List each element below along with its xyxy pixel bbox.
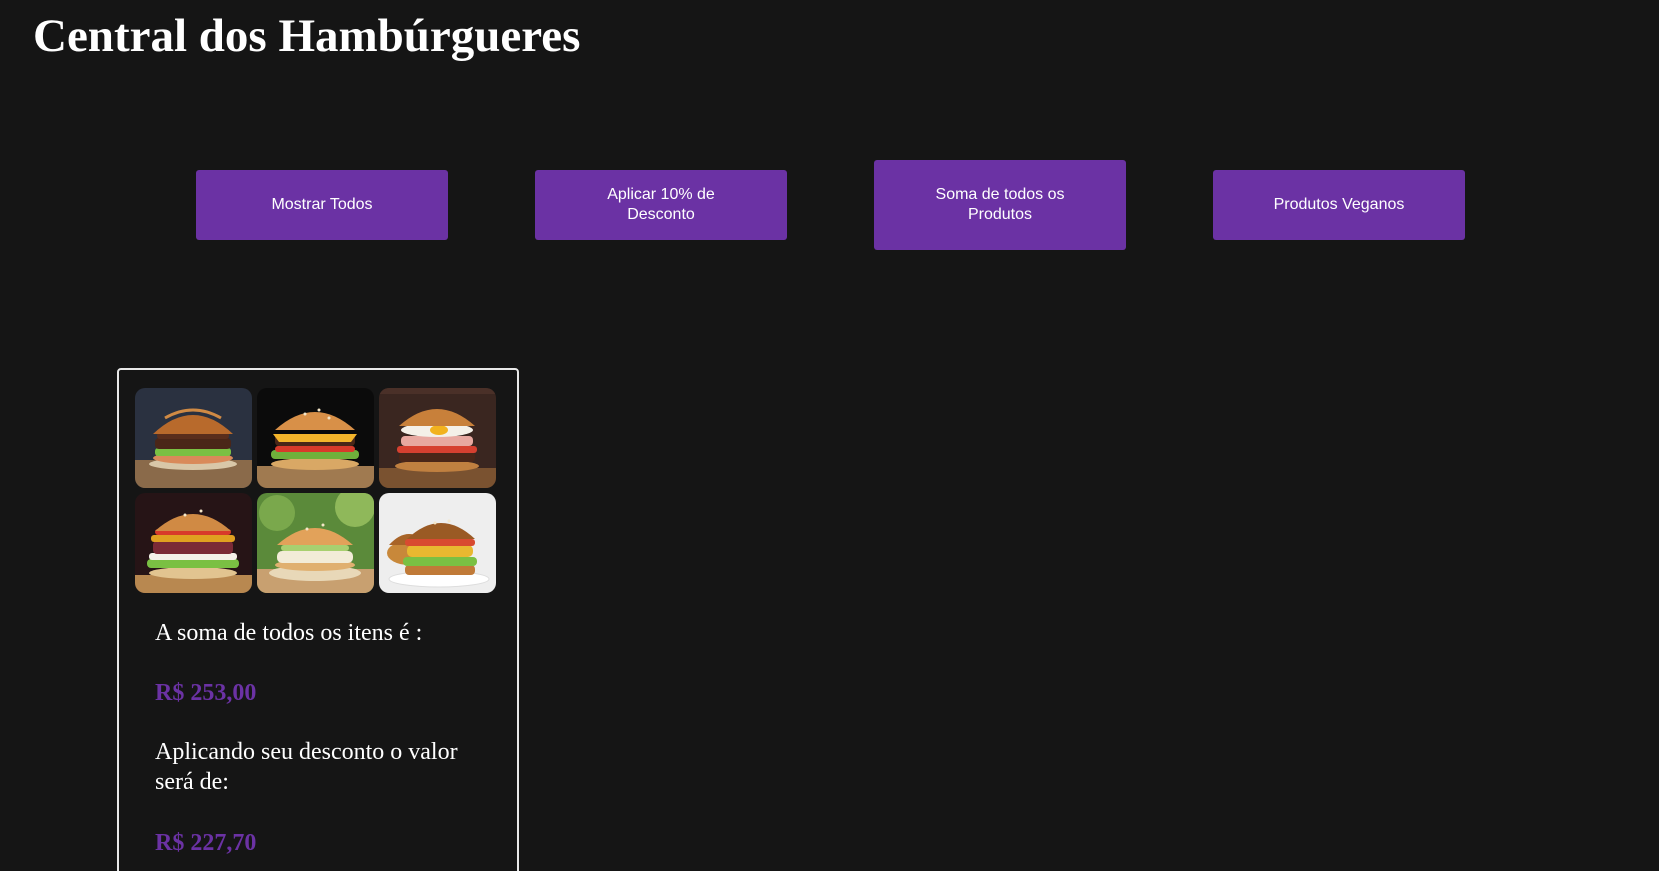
product-image	[379, 493, 496, 593]
sum-label: A soma de todos os itens é :	[155, 620, 423, 646]
page-title: Central dos Hambúrgueres	[33, 10, 581, 62]
show-all-button[interactable]: Mostrar Todos	[196, 170, 448, 240]
grilled-veggie-burger-photo-icon	[379, 493, 496, 593]
product-image-grid	[135, 388, 496, 593]
vegan-products-button[interactable]: Produtos Veganos	[1213, 170, 1465, 240]
discount-value: R$ 227,70	[155, 830, 257, 856]
discount-label: Aplicando seu desconto o valor será de:	[155, 739, 458, 795]
product-image	[379, 388, 496, 488]
egg-burger-photo-icon	[379, 388, 496, 488]
bacon-burger-photo-icon	[135, 493, 252, 593]
result-card: A soma de todos os itens é : R$ 253,00 A…	[117, 368, 519, 871]
product-image	[257, 388, 374, 488]
burger-photo-icon	[135, 388, 252, 488]
sum-value: R$ 253,00	[155, 680, 257, 706]
apply-discount-button[interactable]: Aplicar 10% de Desconto	[535, 170, 787, 240]
product-image	[135, 493, 252, 593]
product-image	[257, 493, 374, 593]
sum-all-products-button[interactable]: Soma de todos os Produtos	[874, 160, 1126, 250]
cheeseburger-photo-icon	[257, 388, 374, 488]
product-image	[135, 388, 252, 488]
veggie-burger-photo-icon	[257, 493, 374, 593]
